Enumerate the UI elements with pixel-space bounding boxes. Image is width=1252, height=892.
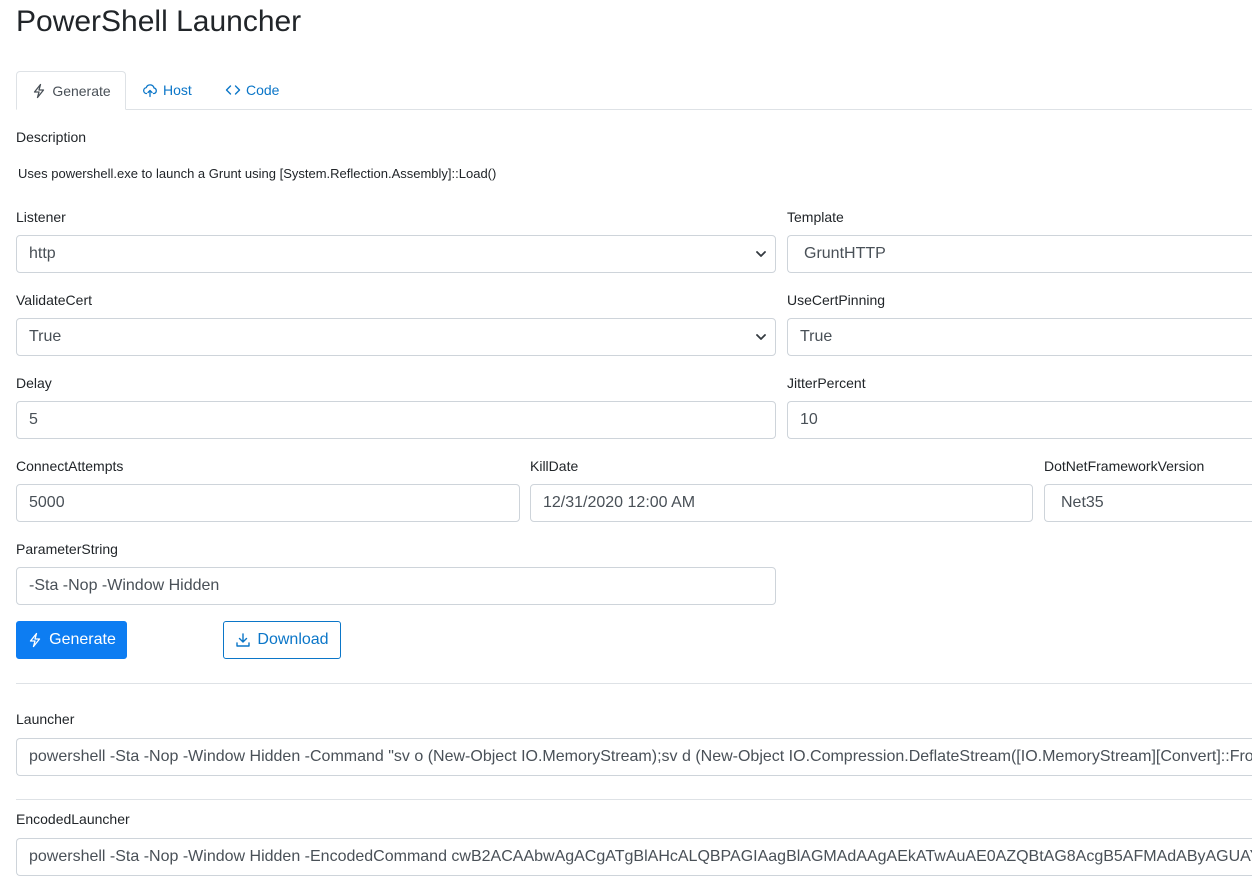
output-divider: [16, 799, 1252, 800]
page-title: PowerShell Launcher: [16, 5, 302, 38]
launcher-value: powershell -Sta -Nop -Window Hidden -Com…: [29, 748, 1252, 765]
use-cert-pinning-label: UseCertPinning: [787, 292, 886, 308]
listener-label: Listener: [16, 209, 66, 225]
jitter-percent-value: 10: [800, 411, 818, 428]
generate-button[interactable]: Generate: [16, 621, 127, 659]
tab-code-label: Code: [246, 82, 280, 98]
encoded-launcher-output[interactable]: powershell -Sta -Nop -Window Hidden -Enc…: [16, 838, 1252, 876]
description-label: Description: [16, 129, 87, 145]
dotnet-version-value: Net35: [1061, 494, 1104, 511]
connect-attempts-input[interactable]: 5000: [16, 484, 520, 522]
listener-select[interactable]: http: [16, 235, 776, 273]
validate-cert-value: True: [29, 328, 62, 345]
kill-date-input[interactable]: 12/31/2020 12:00 AM: [530, 484, 1033, 522]
description-text: Uses powershell.exe to launch a Grunt us…: [18, 166, 497, 181]
tab-code[interactable]: Code: [225, 71, 279, 109]
generate-button-label: Generate: [49, 631, 116, 648]
use-cert-pinning-select[interactable]: True: [787, 318, 1252, 356]
tab-generate-label: Generate: [52, 82, 111, 99]
download-button-label: Download: [257, 631, 329, 648]
parameter-string-label: ParameterString: [16, 541, 118, 557]
template-field[interactable]: GruntHTTP: [787, 235, 1252, 273]
kill-date-value: 12/31/2020 12:00 AM: [543, 494, 696, 511]
tab-host[interactable]: Host: [142, 71, 192, 109]
tab-bar: Generate Host Code: [16, 71, 1252, 110]
launcher-output[interactable]: powershell -Sta -Nop -Window Hidden -Com…: [16, 738, 1252, 776]
parameter-string-input[interactable]: -Sta -Nop -Window Hidden: [16, 567, 776, 605]
use-cert-pinning-value: True: [800, 328, 833, 345]
chevron-down-icon: [756, 334, 766, 340]
delay-value: 5: [29, 411, 38, 428]
listener-value: http: [29, 245, 56, 262]
code-icon: [225, 85, 241, 95]
kill-date-label: KillDate: [530, 458, 579, 474]
delay-label: Delay: [16, 375, 52, 391]
connect-attempts-label: ConnectAttempts: [16, 458, 124, 474]
tab-host-label: Host: [163, 82, 192, 98]
tab-generate[interactable]: Generate: [16, 71, 126, 110]
encoded-launcher-label: EncodedLauncher: [16, 811, 130, 827]
lightning-icon: [34, 83, 45, 98]
connect-attempts-value: 5000: [29, 494, 65, 511]
cloud-upload-icon: [143, 84, 157, 98]
validate-cert-label: ValidateCert: [16, 292, 93, 308]
dotnet-version-label: DotNetFrameworkVersion: [1044, 458, 1205, 474]
validate-cert-select[interactable]: True: [16, 318, 776, 356]
parameter-string-value: -Sta -Nop -Window Hidden: [29, 577, 220, 594]
delay-input[interactable]: 5: [16, 401, 776, 439]
lightning-icon: [29, 632, 41, 648]
download-icon: [236, 633, 251, 647]
section-divider: [16, 683, 1252, 684]
chevron-down-icon: [756, 251, 766, 257]
jitter-percent-label: JitterPercent: [787, 375, 866, 391]
dotnet-version-select[interactable]: Net35: [1044, 484, 1252, 522]
launcher-label: Launcher: [16, 711, 75, 727]
template-value: GruntHTTP: [804, 245, 886, 262]
jitter-percent-input[interactable]: 10: [787, 401, 1252, 439]
encoded-launcher-value: powershell -Sta -Nop -Window Hidden -Enc…: [29, 848, 1252, 865]
download-button[interactable]: Download: [223, 621, 341, 659]
template-label: Template: [787, 209, 844, 225]
